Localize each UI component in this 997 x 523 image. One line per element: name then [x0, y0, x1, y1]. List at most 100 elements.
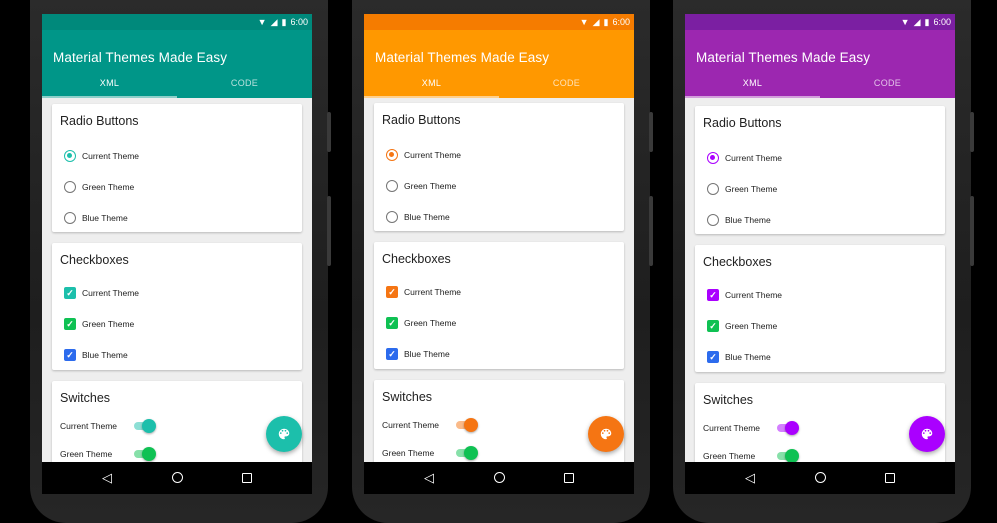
- recents-icon[interactable]: [880, 471, 900, 486]
- tab-xml[interactable]: XML: [364, 70, 499, 98]
- checkbox-blue[interactable]: ✓ Blue Theme: [707, 349, 771, 365]
- radio-current[interactable]: Current Theme: [707, 150, 782, 166]
- checkbox-checked[interactable]: ✓: [64, 349, 76, 361]
- home-icon[interactable]: [167, 471, 187, 486]
- switch-title: Switches: [60, 391, 111, 405]
- radio-button[interactable]: [707, 214, 719, 226]
- tab-code[interactable]: CODE: [820, 70, 955, 98]
- toggle-switch[interactable]: [132, 447, 156, 461]
- phone-purple: ▼ ◢ ▮ 6:00 Material Themes Made Easy XML…: [673, 0, 974, 523]
- status-bar: ▼ ◢ ▮ 6:00: [685, 14, 955, 30]
- wifi-icon: ▼: [900, 16, 910, 27]
- checkbox-checked[interactable]: ✓: [386, 286, 398, 298]
- radio-button-checked[interactable]: [386, 149, 398, 161]
- screen: ▼ ◢ ▮ 6:00 Material Themes Made Easy XML…: [42, 14, 312, 494]
- radio-button[interactable]: [386, 211, 398, 223]
- checkbox-green[interactable]: ✓ Green Theme: [386, 315, 456, 331]
- radio-blue[interactable]: Blue Theme: [64, 210, 128, 226]
- radio-blue[interactable]: Blue Theme: [707, 212, 771, 228]
- checkbox-blue[interactable]: ✓ Blue Theme: [64, 347, 128, 363]
- signal-icon: ◢: [913, 16, 921, 27]
- switch-green[interactable]: Green Theme: [382, 445, 478, 461]
- wifi-icon: ▼: [579, 16, 589, 27]
- app-bar: Material Themes Made Easy XML CODE: [685, 30, 955, 98]
- radio-title: Radio Buttons: [60, 114, 139, 128]
- tab-bar: XML CODE: [42, 70, 312, 98]
- palette-icon: [600, 428, 612, 440]
- radio-blue[interactable]: Blue Theme: [386, 209, 450, 225]
- recents-icon[interactable]: [559, 471, 579, 486]
- checkbox-green[interactable]: ✓ Green Theme: [707, 318, 777, 334]
- status-bar: ▼ ◢ ▮ 6:00: [364, 14, 634, 30]
- toggle-switch[interactable]: [454, 446, 478, 460]
- battery-icon: ▮: [924, 16, 930, 27]
- checkbox-checked[interactable]: ✓: [707, 320, 719, 332]
- switch-current[interactable]: Current Theme: [382, 417, 478, 433]
- toggle-switch[interactable]: [454, 418, 478, 432]
- home-icon[interactable]: [810, 471, 830, 486]
- radio-current[interactable]: Current Theme: [386, 147, 461, 163]
- radio-button[interactable]: [707, 183, 719, 195]
- back-icon[interactable]: ◁: [97, 470, 117, 486]
- radio-current[interactable]: Current Theme: [64, 148, 139, 164]
- checkbox-checked[interactable]: ✓: [64, 287, 76, 299]
- radio-button-checked[interactable]: [64, 150, 76, 162]
- radio-button[interactable]: [386, 180, 398, 192]
- radio-button-checked[interactable]: [707, 152, 719, 164]
- checkbox-current[interactable]: ✓ Current Theme: [707, 287, 782, 303]
- toggle-switch[interactable]: [132, 419, 156, 433]
- checkbox-checked[interactable]: ✓: [707, 351, 719, 363]
- checkbox-checked[interactable]: ✓: [707, 289, 719, 301]
- radio-button[interactable]: [64, 181, 76, 193]
- checkbox-current[interactable]: ✓ Current Theme: [386, 284, 461, 300]
- tab-xml[interactable]: XML: [42, 70, 177, 98]
- checkbox-checked[interactable]: ✓: [64, 318, 76, 330]
- back-icon[interactable]: ◁: [419, 470, 439, 486]
- recents-icon[interactable]: [237, 471, 257, 486]
- theme-fab-button[interactable]: [909, 416, 945, 452]
- radio-green[interactable]: Green Theme: [64, 179, 134, 195]
- wifi-icon: ▼: [257, 16, 267, 27]
- radio-button[interactable]: [64, 212, 76, 224]
- radio-title: Radio Buttons: [382, 113, 461, 127]
- switch-current[interactable]: Current Theme: [703, 420, 799, 436]
- app-title: Material Themes Made Easy: [696, 50, 871, 65]
- tab-bar: XML CODE: [685, 70, 955, 98]
- checkbox-current[interactable]: ✓ Current Theme: [64, 285, 139, 301]
- switch-green[interactable]: Green Theme: [703, 448, 799, 462]
- tab-code[interactable]: CODE: [177, 70, 312, 98]
- battery-icon: ▮: [603, 16, 609, 27]
- radio-green[interactable]: Green Theme: [386, 178, 456, 194]
- switch-current[interactable]: Current Theme: [60, 418, 156, 434]
- content: Radio Buttons Current Theme Green Theme …: [685, 98, 955, 462]
- switch-green[interactable]: Green Theme: [60, 446, 156, 462]
- app-bar: Material Themes Made Easy XML CODE: [42, 30, 312, 98]
- toggle-switch[interactable]: [775, 449, 799, 462]
- palette-icon: [921, 428, 933, 440]
- tab-bar: XML CODE: [364, 70, 634, 98]
- checkbox-checked[interactable]: ✓: [386, 348, 398, 360]
- theme-fab-button[interactable]: [588, 416, 624, 452]
- back-icon[interactable]: ◁: [740, 470, 760, 486]
- checkbox-checked[interactable]: ✓: [386, 317, 398, 329]
- app-title: Material Themes Made Easy: [375, 50, 550, 65]
- checkbox-blue[interactable]: ✓ Blue Theme: [386, 346, 450, 362]
- radio-green[interactable]: Green Theme: [707, 181, 777, 197]
- radio-title: Radio Buttons: [703, 116, 782, 130]
- checkbox-title: Checkboxes: [703, 255, 772, 269]
- radio-card: Radio Buttons Current Theme Green Theme …: [374, 103, 624, 231]
- home-icon[interactable]: [489, 471, 509, 486]
- checkbox-green[interactable]: ✓ Green Theme: [64, 316, 134, 332]
- checkbox-card: Checkboxes ✓ Current Theme ✓ Green Theme…: [374, 242, 624, 369]
- checkbox-title: Checkboxes: [382, 252, 451, 266]
- content: Radio Buttons Current Theme Green Theme …: [364, 98, 634, 462]
- tab-code[interactable]: CODE: [499, 70, 634, 98]
- switch-title: Switches: [703, 393, 754, 407]
- app-title: Material Themes Made Easy: [53, 50, 228, 65]
- tab-xml[interactable]: XML: [685, 70, 820, 98]
- theme-fab-button[interactable]: [266, 416, 302, 452]
- checkbox-title: Checkboxes: [60, 253, 129, 267]
- phone-teal: ▼ ◢ ▮ 6:00 Material Themes Made Easy XML…: [30, 0, 331, 523]
- status-time: 6:00: [933, 17, 951, 27]
- toggle-switch[interactable]: [775, 421, 799, 435]
